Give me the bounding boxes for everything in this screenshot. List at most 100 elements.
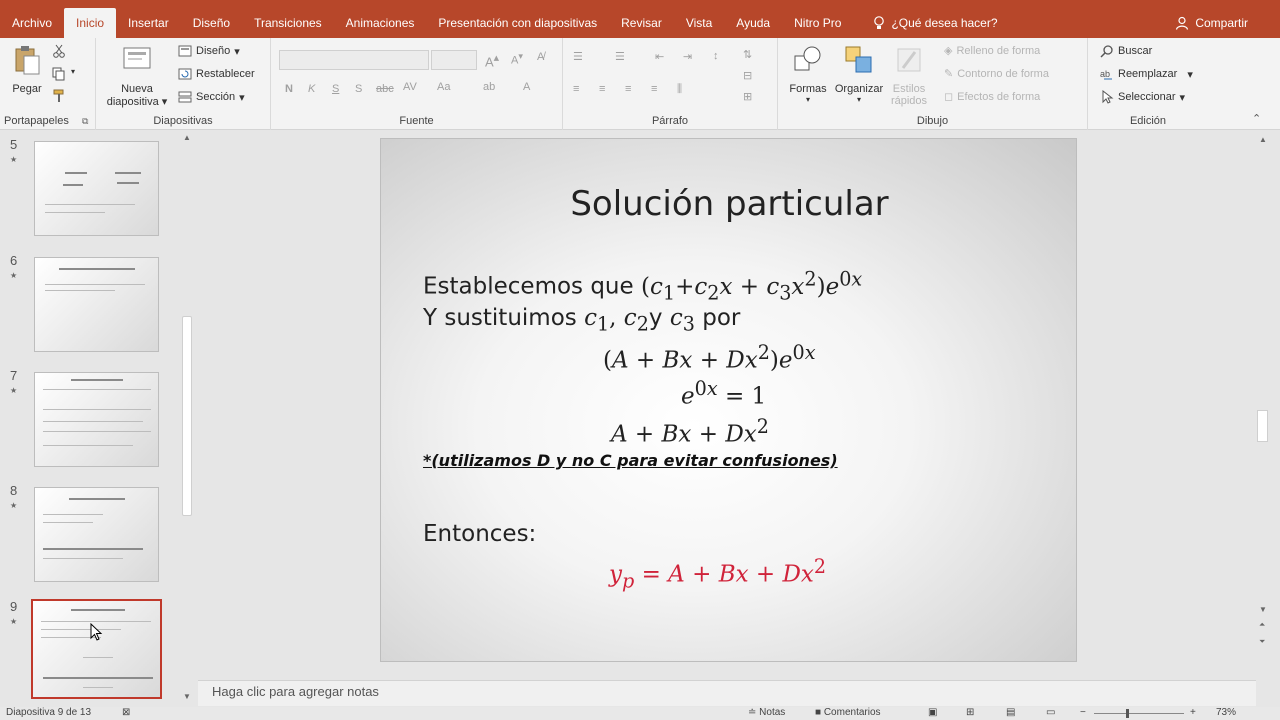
tab-nitro-pro[interactable]: Nitro Pro [782, 8, 853, 38]
zoom-out-icon[interactable]: − [1080, 707, 1086, 718]
char-spacing-icon[interactable]: AV [403, 81, 417, 93]
slide-thumbnail-6[interactable] [34, 257, 159, 352]
tab-inicio[interactable]: Inicio [64, 8, 117, 38]
next-slide-icon[interactable]: ⏷ [1259, 637, 1265, 647]
change-case-icon[interactable]: Aa [437, 81, 450, 93]
copy-dropdown-icon[interactable]: ▾ [71, 67, 75, 76]
text-direction-icon[interactable]: ⇅ [743, 48, 752, 61]
shape-outline-button[interactable]: ✎ Contorno de forma [944, 67, 1049, 81]
bold-button[interactable]: N [285, 83, 293, 95]
slide-thumbnail-7[interactable] [34, 372, 159, 467]
pen-icon: ✎ [944, 68, 954, 80]
copy-icon[interactable] [52, 67, 66, 81]
share-button[interactable]: Compartir [1175, 8, 1280, 38]
line-spacing-icon[interactable]: ↕ [713, 50, 719, 62]
align-center-icon[interactable]: ≡ [599, 83, 605, 95]
grow-font-icon[interactable]: A▴ [485, 51, 499, 69]
scroll-up-icon[interactable]: ▲ [1259, 135, 1267, 144]
section-button[interactable]: Sección ▾ [178, 90, 245, 104]
paste-button[interactable]: Pegar [6, 44, 48, 95]
increase-indent-icon[interactable]: ⇥ [683, 50, 692, 63]
note-text[interactable]: *(utilizamos D y no C para evitar confus… [423, 451, 838, 470]
arrange-dropdown-icon: ▾ [856, 95, 861, 104]
zoom-level[interactable]: 73% [1216, 707, 1236, 718]
clear-format-icon[interactable]: A̸ [537, 51, 544, 63]
spellcheck-icon[interactable]: ⊠ [122, 707, 130, 718]
arrange-button[interactable]: Organizar ▾ [832, 44, 886, 104]
scroll-up-icon[interactable]: ▲ [183, 133, 191, 142]
slide-title[interactable]: Solución particular [381, 184, 1078, 224]
collapse-ribbon-icon[interactable]: ⌃ [1252, 112, 1261, 125]
tab-transiciones[interactable]: Transiciones [242, 8, 334, 38]
columns-icon[interactable]: ⫼ [677, 83, 682, 96]
layout-button[interactable]: Diseño ▾ [178, 44, 240, 58]
tell-me-box[interactable]: ¿Qué desea hacer? [853, 8, 1009, 38]
thumbnail-scrollbar-thumb[interactable] [182, 316, 192, 516]
tab-archivo[interactable]: Archivo [0, 8, 64, 38]
zoom-slider-handle[interactable] [1126, 709, 1129, 718]
notes-toggle[interactable]: ≐ Notas [748, 707, 785, 718]
slide-thumbnail-9-selected[interactable] [31, 599, 162, 699]
numbering-icon[interactable]: ☰ [615, 50, 625, 63]
format-painter-icon[interactable] [52, 89, 66, 103]
previous-slide-icon[interactable]: ⏶ [1259, 620, 1265, 630]
font-size-combobox[interactable] [431, 50, 477, 70]
shape-effects-button[interactable]: ◻ Efectos de forma [944, 90, 1040, 104]
shapes-button[interactable]: Formas ▾ [786, 44, 830, 104]
reading-view-icon[interactable]: ▤ [1006, 707, 1015, 718]
strikethrough-button[interactable]: abc [376, 83, 394, 95]
tab-insertar[interactable]: Insertar [116, 8, 181, 38]
slide-scrollbar-thumb[interactable] [1257, 410, 1268, 442]
current-slide[interactable]: Solución particular Establecemos que (c1… [380, 138, 1077, 662]
slide-scrollbar[interactable] [1256, 131, 1270, 679]
replace-button[interactable]: ab Reemplazar ▾ [1100, 67, 1193, 81]
slideshow-icon[interactable]: ▭ [1046, 707, 1055, 718]
bullets-icon[interactable]: ☰ [573, 50, 583, 63]
align-text-icon[interactable]: ⊟ [743, 69, 752, 82]
slide-thumbnail-5[interactable] [34, 141, 159, 236]
tab-ayuda[interactable]: Ayuda [724, 8, 782, 38]
tab-revisar[interactable]: Revisar [609, 8, 674, 38]
underline-button[interactable]: S [332, 83, 339, 95]
mouse-cursor-icon [90, 623, 103, 641]
scroll-down-icon[interactable]: ▼ [183, 692, 191, 701]
shape-fill-button[interactable]: ◈ Relleno de forma [944, 44, 1040, 58]
align-right-icon[interactable]: ≡ [625, 83, 631, 95]
tab-vista[interactable]: Vista [674, 8, 724, 38]
new-slide-button[interactable]: Nueva diapositiva ▾ [102, 44, 172, 108]
shadow-button[interactable]: S [355, 83, 362, 95]
tab-animaciones[interactable]: Animaciones [334, 8, 427, 38]
comments-toggle[interactable]: ■ Comentarios [815, 707, 881, 718]
shrink-font-icon[interactable]: A▾ [511, 51, 523, 67]
line-sustituimos[interactable]: Y sustituimos c1, c2y c3 por [423, 305, 740, 336]
decrease-indent-icon[interactable]: ⇤ [655, 50, 664, 63]
scroll-down-icon[interactable]: ▼ [1259, 605, 1267, 614]
zoom-slider[interactable] [1094, 713, 1184, 714]
highlight-icon[interactable]: ab [483, 81, 495, 93]
line-establecemos[interactable]: Establecemos que (c1+c2x + c3x2)e0x [423, 267, 862, 304]
formula-yp[interactable]: yp = A + Bx + Dx2 [609, 555, 826, 592]
notes-pane[interactable]: Haga clic para agregar notas [198, 680, 1256, 706]
tab-presentacion[interactable]: Presentación con diapositivas [426, 8, 609, 38]
smartart-icon[interactable]: ⊞ [743, 90, 752, 103]
zoom-in-icon[interactable]: + [1190, 707, 1196, 718]
font-name-combobox[interactable] [279, 50, 429, 70]
slide-sorter-icon[interactable]: ⊞ [966, 707, 974, 718]
justify-icon[interactable]: ≡ [651, 83, 657, 95]
entonces-text[interactable]: Entonces: [423, 521, 536, 547]
formula-abd-exp[interactable]: (A + Bx + Dx2)e0x [603, 341, 816, 374]
normal-view-icon[interactable]: ▣ [928, 707, 937, 718]
formula-abd[interactable]: A + Bx + Dx2 [611, 415, 769, 448]
find-button[interactable]: Buscar [1100, 44, 1152, 58]
quick-styles-button[interactable]: Estilos rápidos [888, 44, 930, 107]
italic-button[interactable]: K [308, 83, 315, 95]
slide-thumbnail-8[interactable] [34, 487, 159, 582]
reset-button[interactable]: Restablecer [178, 67, 255, 81]
font-color-icon[interactable]: A [523, 81, 530, 93]
select-button[interactable]: Seleccionar ▾ [1100, 90, 1185, 104]
dialog-launcher-icon[interactable]: ⧉ [82, 116, 88, 127]
cut-icon[interactable] [52, 44, 66, 58]
formula-exp-equals-one[interactable]: e0x = 1 [681, 377, 766, 410]
tab-diseno[interactable]: Diseño [181, 8, 242, 38]
align-left-icon[interactable]: ≡ [573, 83, 579, 95]
